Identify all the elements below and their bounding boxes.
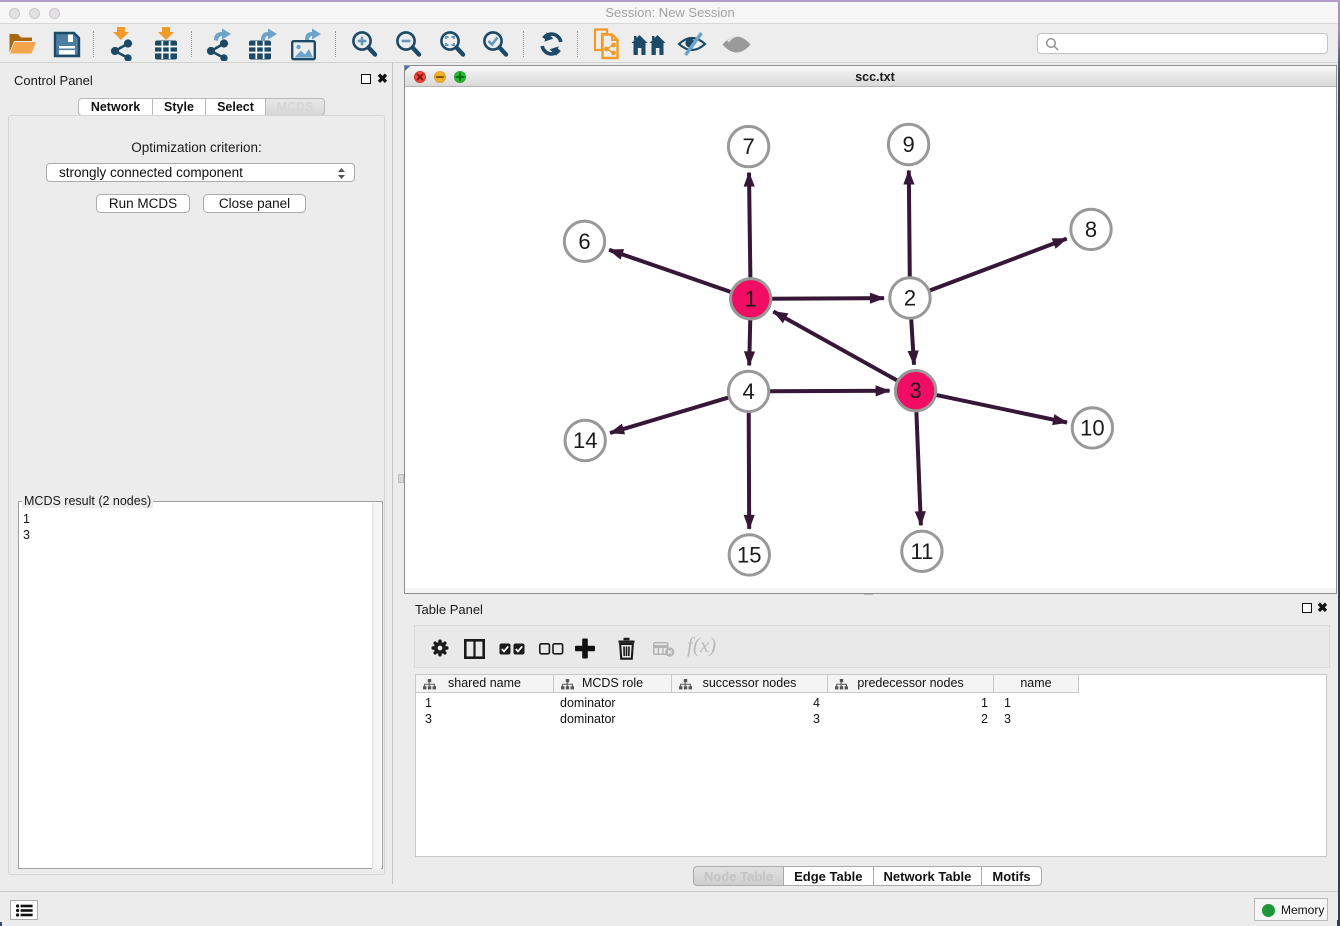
svg-text:3: 3 (909, 378, 921, 403)
svg-text:11: 11 (910, 539, 933, 564)
svg-text:14: 14 (573, 428, 597, 453)
svg-text:10: 10 (1080, 415, 1104, 440)
svg-text:15: 15 (737, 542, 761, 567)
svg-text:4: 4 (742, 379, 754, 404)
svg-text:9: 9 (902, 132, 914, 157)
svg-text:6: 6 (578, 229, 590, 254)
svg-text:7: 7 (742, 134, 754, 159)
svg-text:8: 8 (1085, 217, 1097, 242)
svg-text:2: 2 (904, 286, 916, 311)
svg-text:1: 1 (745, 286, 757, 311)
